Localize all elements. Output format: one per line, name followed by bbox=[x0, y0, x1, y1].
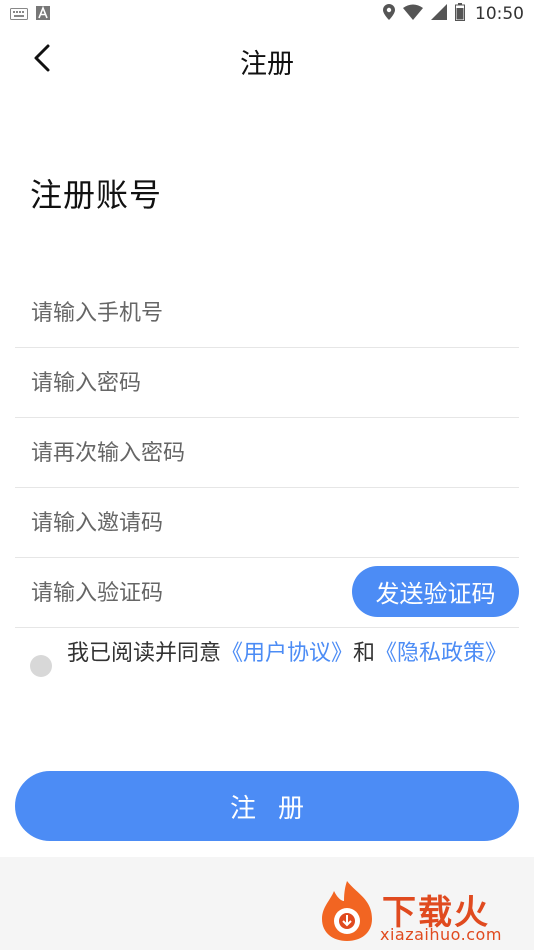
agreement-prefix: 我已阅读并同意 bbox=[67, 641, 222, 666]
battery-icon bbox=[455, 3, 465, 25]
signal-icon bbox=[431, 4, 447, 24]
agree-checkbox[interactable] bbox=[30, 655, 52, 677]
watermark-url: xiazaihuo.com bbox=[380, 925, 502, 944]
status-bar-right: 10:50 bbox=[383, 3, 524, 25]
password-field-row bbox=[15, 348, 519, 419]
phone-field-row bbox=[15, 278, 519, 349]
status-bar-left bbox=[10, 5, 50, 24]
send-code-button[interactable]: 发送验证码 bbox=[352, 566, 519, 617]
wifi-icon bbox=[403, 4, 423, 24]
nav-bar: 注册 bbox=[0, 30, 534, 90]
verify-code-input[interactable] bbox=[29, 558, 363, 629]
keyboard-icon bbox=[10, 5, 28, 24]
invite-code-field-row bbox=[15, 488, 519, 559]
location-icon bbox=[383, 4, 395, 24]
page-title: 注册账号 bbox=[30, 176, 163, 214]
phone-input[interactable] bbox=[29, 278, 363, 349]
confirm-password-input[interactable] bbox=[29, 418, 363, 489]
flame-logo-icon bbox=[316, 879, 378, 943]
text-a-icon bbox=[36, 5, 50, 24]
password-input[interactable] bbox=[29, 348, 363, 419]
agreement-text: 我已阅读并同意《用户协议》和《隐私政策》 bbox=[67, 640, 512, 668]
agreement-conjunction: 和 bbox=[353, 641, 376, 666]
watermark: 下载火 xiazaihuo.com bbox=[316, 879, 530, 947]
status-bar: 10:50 bbox=[0, 0, 534, 28]
privacy-policy-link[interactable]: 《隐私政策》 bbox=[375, 641, 507, 666]
status-time: 10:50 bbox=[475, 4, 524, 24]
bottom-area: 下载火 xiazaihuo.com bbox=[0, 857, 534, 950]
register-button[interactable]: 注册 bbox=[15, 771, 519, 841]
verify-code-field-row: 发送验证码 bbox=[15, 558, 519, 629]
invite-code-input[interactable] bbox=[29, 488, 363, 559]
register-form: 发送验证码 bbox=[15, 278, 519, 629]
nav-title: 注册 bbox=[240, 49, 294, 80]
user-agreement-link[interactable]: 《用户协议》 bbox=[221, 641, 353, 666]
confirm-password-field-row bbox=[15, 418, 519, 489]
